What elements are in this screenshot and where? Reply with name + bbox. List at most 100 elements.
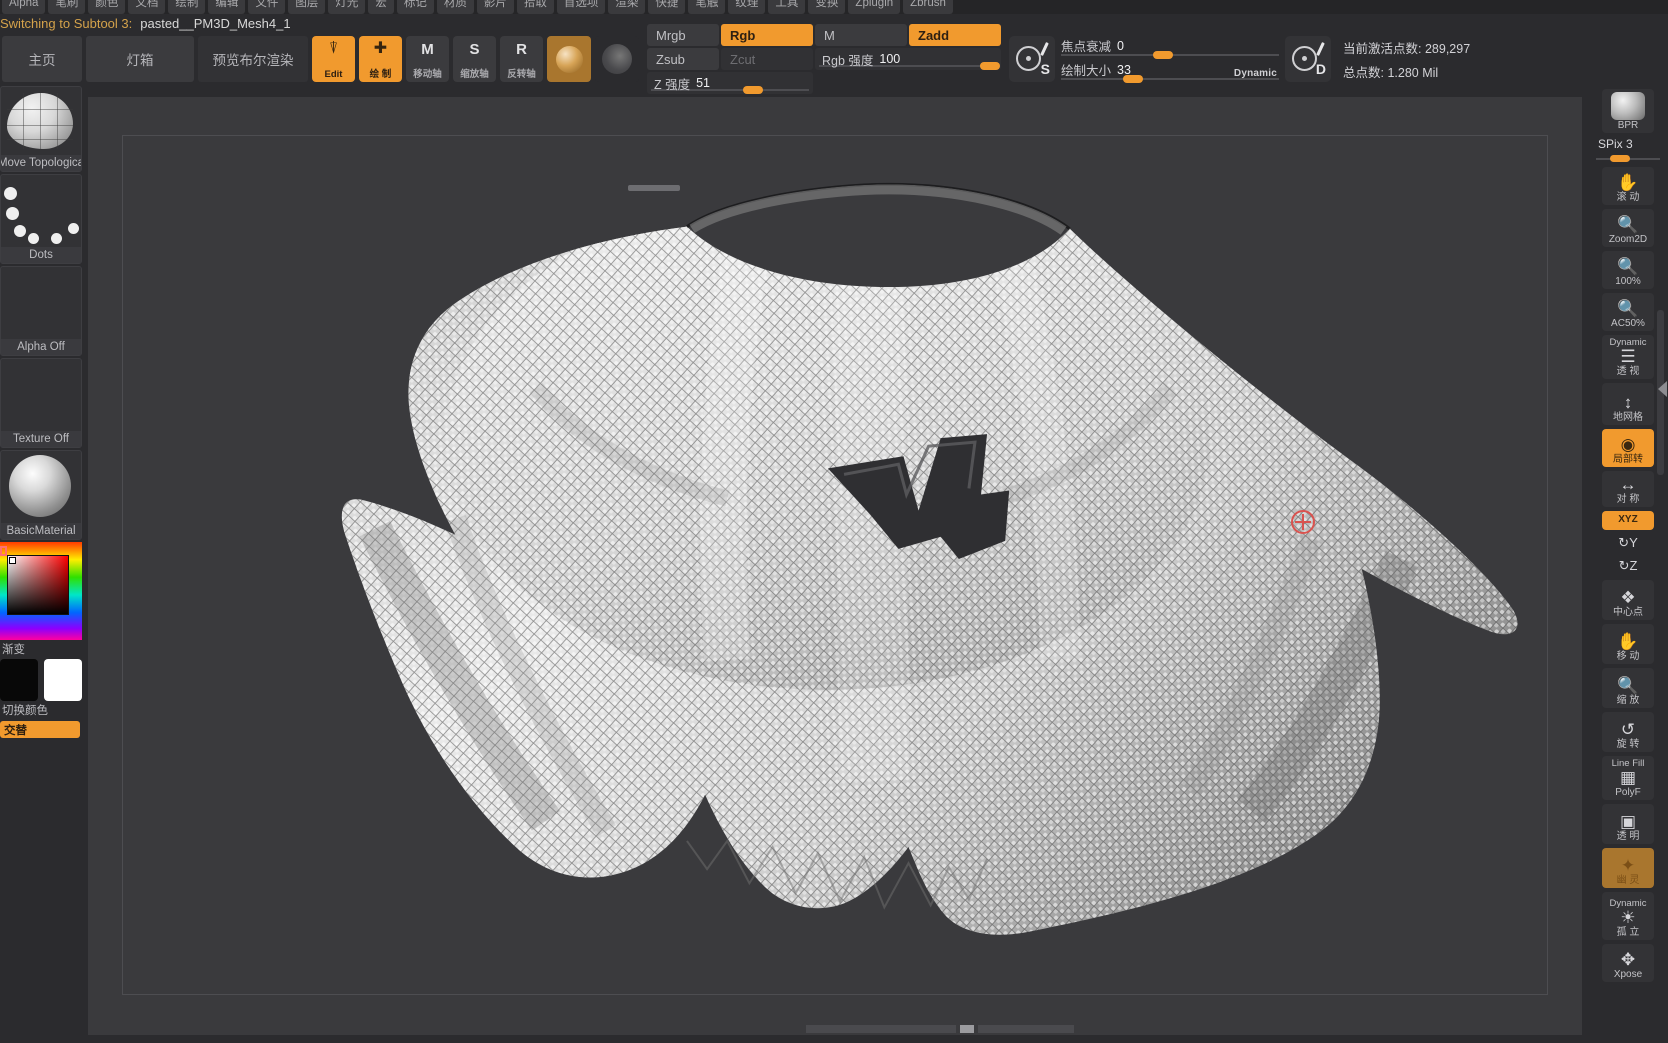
spix-knob[interactable] — [1610, 155, 1630, 162]
edit-mode-button[interactable]: ⍒ Edit — [312, 36, 355, 82]
menu-item-9[interactable]: 宏 — [368, 0, 394, 14]
sidebar-item-xyz[interactable]: XYZ — [1602, 511, 1654, 530]
menu-item-5[interactable]: 编辑 — [208, 0, 246, 14]
color-picker[interactable] — [0, 542, 82, 640]
menu-item-4[interactable]: 绘制 — [168, 0, 206, 14]
menu-item-13[interactable]: 拾取 — [516, 0, 554, 14]
menu-item-16[interactable]: 快捷 — [648, 0, 686, 14]
alpha-palette[interactable]: Alpha Off — [0, 266, 82, 356]
sidebar-item-scroll[interactable]: ✋ 滚 动 — [1602, 167, 1654, 205]
menu-item-12[interactable]: 影片 — [476, 0, 514, 14]
z-intensity-knob[interactable] — [743, 86, 763, 94]
menu-item-8[interactable]: 灯光 — [328, 0, 366, 14]
m-toggle[interactable]: M — [815, 24, 907, 46]
sidebar-item-polyframe[interactable]: Line Fill ▦ PolyF — [1602, 756, 1654, 800]
canvas-bottom-scrollbar-left[interactable] — [806, 1025, 956, 1033]
sidebar-item-ac50[interactable]: 🔍 AC50% — [1602, 293, 1654, 331]
symmetry-label: 对 称 — [1616, 494, 1640, 505]
draw-size-slider[interactable]: 绘制大小 33 Dynamic — [1061, 60, 1279, 83]
sidebar-item-spix[interactable]: SPix 3 — [1596, 137, 1660, 163]
move-gizmo-button[interactable]: M 移动轴 — [406, 36, 449, 82]
xpose-label: Xpose — [1613, 969, 1643, 980]
primary-color-swatch[interactable] — [0, 659, 38, 701]
focal-shift-knob[interactable] — [1153, 51, 1173, 59]
magnifier-icon: 🔍 — [1617, 215, 1639, 234]
scale-gizmo-button[interactable]: S 缩放轴 — [453, 36, 496, 82]
gradient-label[interactable]: 渐变 — [0, 640, 84, 657]
dynamic-size-button[interactable]: D — [1285, 36, 1331, 82]
switch-color-label[interactable]: 切换颜色 — [0, 701, 84, 718]
menu-item-22[interactable]: Zbrush — [903, 0, 953, 14]
menu-item-10[interactable]: 标记 — [396, 0, 434, 14]
shader-preview-button[interactable] — [595, 36, 639, 82]
home-button[interactable]: 主页 — [2, 36, 82, 82]
sidebar-item-floorgrid[interactable]: ↕ 地网格 — [1602, 383, 1654, 425]
menu-item-21[interactable]: Zplugin — [848, 0, 901, 14]
draw-size-label: 绘制大小 — [1061, 64, 1112, 78]
z-intensity-slider[interactable]: Z 强度 51 — [647, 72, 813, 94]
zadd-toggle[interactable]: Zadd — [909, 24, 1001, 46]
stroke-size-button[interactable]: S — [1009, 36, 1055, 82]
menu-item-0[interactable]: Alpha — [2, 0, 46, 14]
move-label: 移 动 — [1616, 651, 1640, 662]
saturation-value-square[interactable] — [7, 555, 69, 615]
bpr-label: BPR — [1617, 120, 1639, 131]
preview-boolean-button[interactable]: 预览布尔渲染 — [198, 36, 308, 82]
stroke-palette[interactable]: Dots — [0, 174, 82, 264]
menu-item-3[interactable]: 文档 — [128, 0, 166, 14]
transparency-icon: ▣ — [1619, 812, 1637, 831]
menu-item-19[interactable]: 工具 — [768, 0, 806, 14]
rotate-gizmo-button[interactable]: R 反转轴 — [500, 36, 543, 82]
draw-mode-button[interactable]: ✚ 绘 制 — [359, 36, 402, 82]
sidebar-item-solo[interactable]: Dynamic ☀ 孤 立 — [1602, 892, 1654, 940]
alpha-thumbnail — [1, 267, 81, 339]
sidebar-item-move[interactable]: ✋ 移 动 — [1602, 624, 1654, 664]
zsub-toggle[interactable]: Zsub — [647, 48, 719, 70]
rgb-intensity-knob[interactable] — [980, 62, 1000, 70]
brush-name-label: Move Topologica — [1, 155, 81, 171]
menu-item-1[interactable]: 笔刷 — [48, 0, 86, 14]
sidebar-item-frame[interactable]: ❖ 中心点 — [1602, 580, 1654, 620]
menu-item-6[interactable]: 文件 — [248, 0, 286, 14]
menu-item-11[interactable]: 材质 — [436, 0, 474, 14]
sidebar-item-transparency[interactable]: ▣ 透 明 — [1602, 804, 1654, 844]
menu-item-14[interactable]: 首选项 — [556, 0, 606, 14]
sidebar-item-actualsize[interactable]: 🔍 100% — [1602, 251, 1654, 289]
secondary-color-swatch[interactable] — [44, 659, 82, 701]
rgb-toggle[interactable]: Rgb — [721, 24, 813, 46]
sidebar-item-perspective[interactable]: Dynamic ☰ 透 视 — [1602, 335, 1654, 379]
sidebar-item-xpose[interactable]: ✥ Xpose — [1602, 944, 1654, 982]
sidebar-item-rotate[interactable]: ↺ 旋 转 — [1602, 712, 1654, 752]
texture-palette[interactable]: Texture Off — [0, 358, 82, 448]
canvas-area[interactable] — [88, 97, 1582, 1035]
sidebar-item-ghost[interactable]: ✦ 幽 灵 — [1602, 848, 1654, 888]
brush-palette[interactable]: Move Topologica — [0, 86, 82, 172]
material-palette[interactable]: BasicMaterial — [0, 450, 82, 540]
canvas-bottom-scrollbar-thumb[interactable] — [960, 1025, 974, 1033]
brush-cursor — [1291, 510, 1315, 534]
draw-size-knob[interactable] — [1123, 75, 1143, 83]
menu-item-2[interactable]: 颜色 — [88, 0, 126, 14]
sidebar-collapse-arrow-icon[interactable] — [1658, 381, 1667, 397]
sidebar-item-rotate-z[interactable]: ↻Z — [1602, 557, 1654, 576]
mrgb-toggle[interactable]: Mrgb — [647, 24, 719, 46]
alternate-button[interactable]: 交替 — [0, 721, 80, 738]
rgb-intensity-slider[interactable]: Rgb 强度 100 — [815, 48, 1001, 70]
menu-item-7[interactable]: 图层 — [288, 0, 326, 14]
zcut-toggle[interactable]: Zcut — [721, 48, 813, 70]
sidebar-item-local[interactable]: ◉ 局部转 — [1602, 429, 1654, 467]
sidebar-item-bpr[interactable]: BPR — [1602, 89, 1654, 133]
sidebar-item-rotate-y[interactable]: ↻Y — [1602, 534, 1654, 553]
focal-shift-slider[interactable]: 焦点衰减 0 — [1061, 36, 1279, 59]
sidebar-item-zoom2d[interactable]: 🔍 Zoom2D — [1602, 209, 1654, 247]
lightbox-button[interactable]: 灯箱 — [86, 36, 194, 82]
sidebar-item-scale[interactable]: 🔍 缩 放 — [1602, 668, 1654, 708]
material-swatch-button[interactable] — [547, 36, 591, 82]
menu-item-17[interactable]: 笔触 — [688, 0, 726, 14]
total-points-row: 总点数: 1.280 Mil — [1343, 62, 1470, 81]
menu-item-20[interactable]: 变换 — [808, 0, 846, 14]
sidebar-item-symmetry[interactable]: ↔ 对 称 — [1602, 471, 1654, 507]
canvas-bottom-scrollbar-right[interactable] — [978, 1025, 1074, 1033]
menu-item-15[interactable]: 渲染 — [608, 0, 646, 14]
menu-item-18[interactable]: 纹理 — [728, 0, 766, 14]
